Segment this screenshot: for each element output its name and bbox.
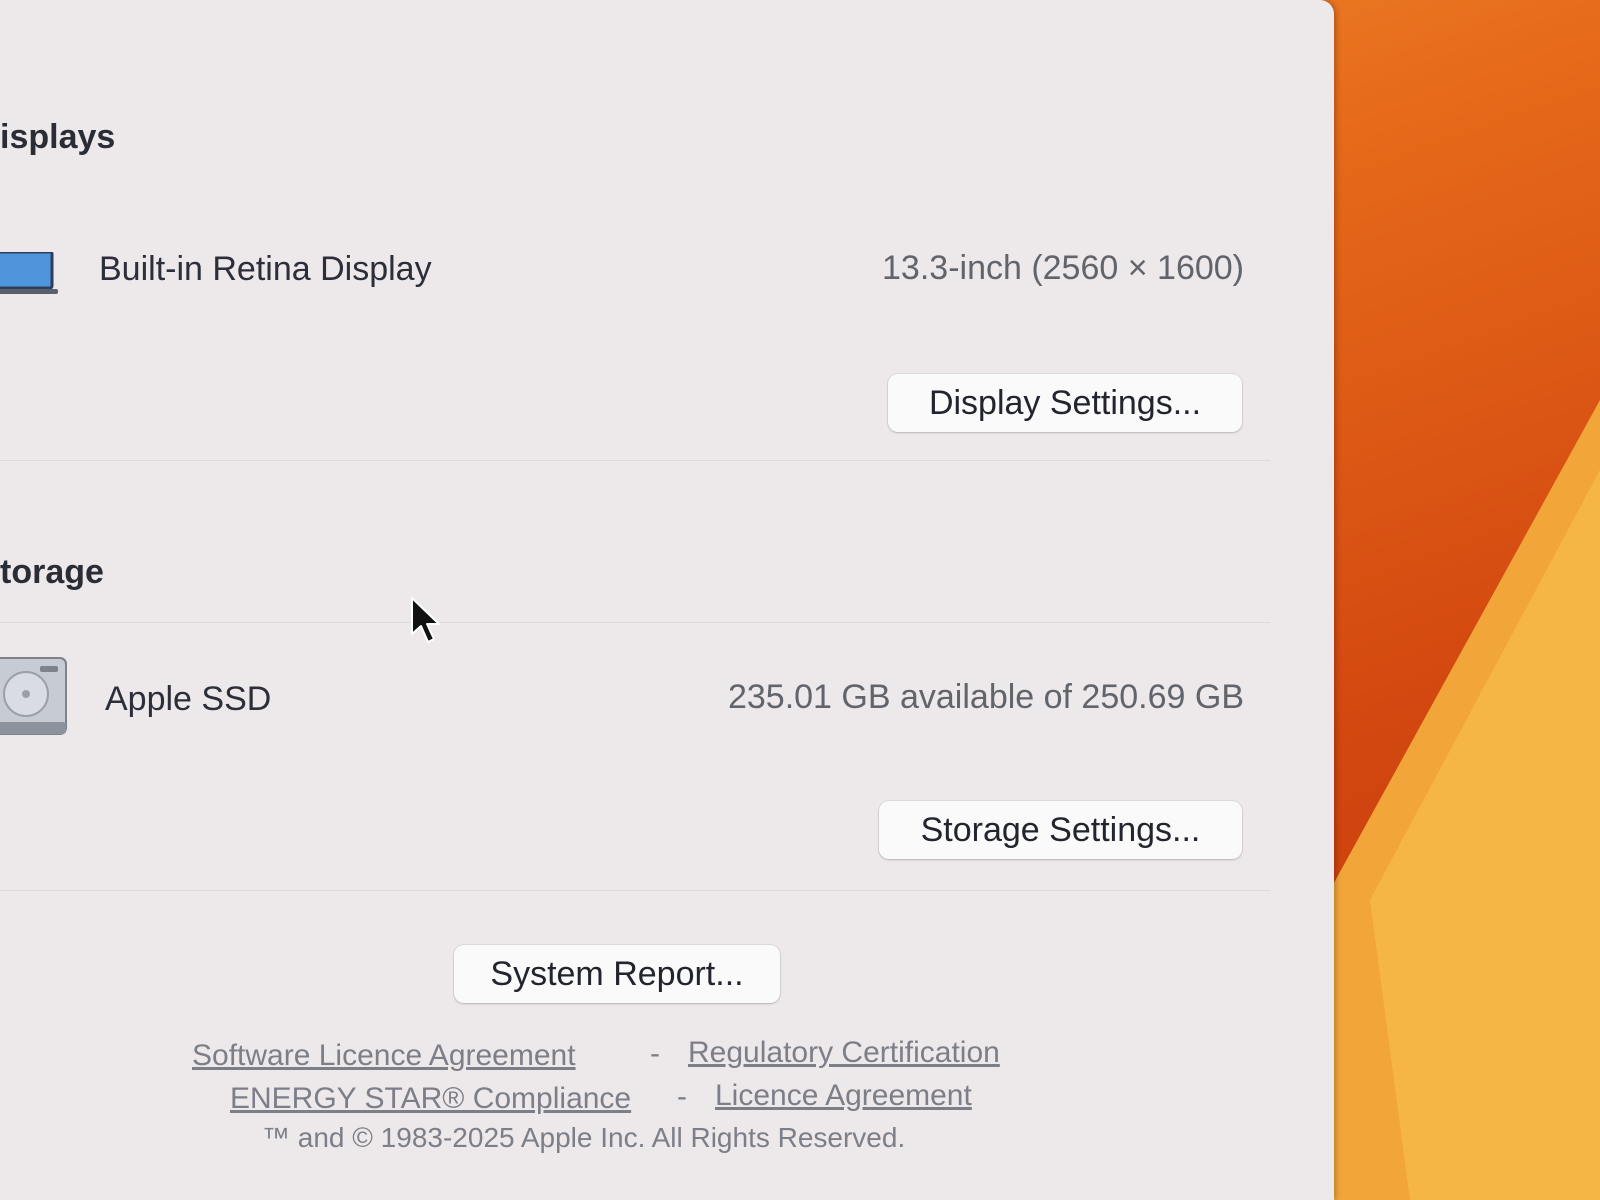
regulatory-certification-link[interactable]: Regulatory Certification bbox=[688, 1036, 1000, 1070]
footer-separator: - bbox=[677, 1080, 687, 1113]
energy-star-compliance-link[interactable]: ENERGY STAR® Compliance bbox=[230, 1082, 631, 1116]
mouse-pointer-icon bbox=[410, 596, 444, 651]
wallpaper-stripe bbox=[1330, 0, 1600, 1200]
licence-agreement-link[interactable]: Licence Agreement bbox=[715, 1079, 972, 1113]
displays-heading: isplays bbox=[0, 118, 116, 156]
laptop-display-icon bbox=[0, 250, 60, 301]
displays-divider bbox=[0, 460, 1270, 461]
about-this-mac-window: isplays Built-in Retina Display 13.3-inc… bbox=[0, 0, 1334, 1200]
storage-spec: 235.01 GB available of 250.69 GB bbox=[727, 678, 1244, 716]
display-settings-button[interactable]: Display Settings... bbox=[888, 374, 1242, 432]
display-name: Built-in Retina Display bbox=[99, 250, 432, 288]
storage-divider bbox=[0, 890, 1270, 891]
storage-top-divider bbox=[0, 622, 1270, 623]
footer-separator: - bbox=[650, 1037, 660, 1070]
system-report-button[interactable]: System Report... bbox=[454, 945, 780, 1003]
hard-drive-icon bbox=[0, 656, 70, 741]
display-spec: 13.3-inch (2560 × 1600) bbox=[882, 249, 1244, 287]
storage-settings-button[interactable]: Storage Settings... bbox=[879, 801, 1242, 859]
storage-heading: torage bbox=[0, 553, 104, 591]
storage-name: Apple SSD bbox=[105, 680, 272, 718]
software-licence-agreement-link[interactable]: Software Licence Agreement bbox=[192, 1039, 576, 1073]
copyright-text: ™ and © 1983-2025 Apple Inc. All Rights … bbox=[262, 1122, 906, 1153]
